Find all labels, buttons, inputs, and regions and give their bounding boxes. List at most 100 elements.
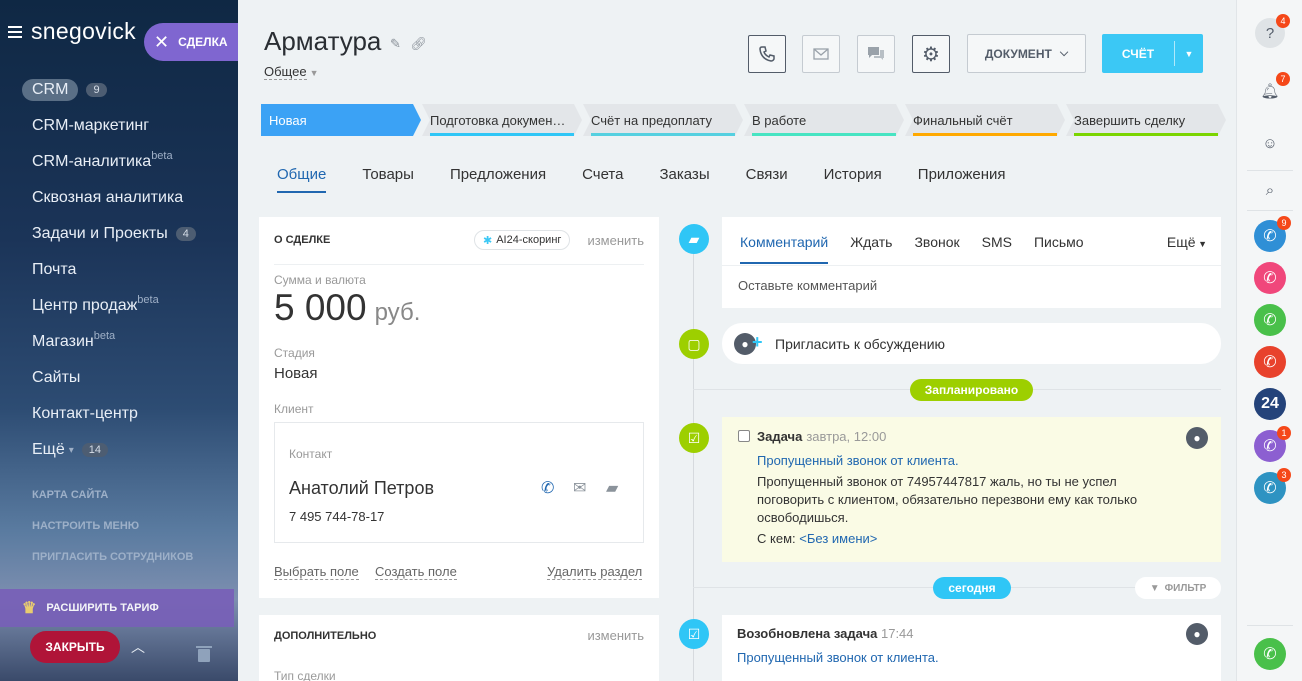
- filter-button[interactable]: ▼ ФИЛЬТР: [1135, 577, 1221, 599]
- help-icon[interactable]: ? 4: [1255, 14, 1290, 48]
- amount-label: Сумма и валюта: [274, 273, 366, 287]
- tab-call[interactable]: Звонок: [914, 234, 959, 264]
- phone-icon[interactable]: ✆: [541, 478, 554, 498]
- sidebar-item-more[interactable]: Ещё ▾ 14: [0, 432, 238, 468]
- change-link[interactable]: изменить: [587, 628, 644, 643]
- email-button[interactable]: [802, 35, 840, 73]
- tab-general[interactable]: Общие: [277, 166, 327, 193]
- tab-history[interactable]: История: [824, 166, 882, 193]
- menu-icon[interactable]: [8, 25, 22, 38]
- call-contact-7[interactable]: ✆ 3: [1254, 468, 1291, 504]
- sidebar-item-shop[interactable]: Магазин beta: [0, 324, 238, 360]
- select-field-link[interactable]: Выбрать поле: [274, 564, 359, 580]
- sidebar-item-crm-marketing[interactable]: CRM-маркетинг: [0, 108, 238, 144]
- contact-name[interactable]: Анатолий Петров: [289, 478, 434, 499]
- close-button[interactable]: ЗАКРЫТЬ: [30, 631, 120, 663]
- tab-products[interactable]: Товары: [362, 166, 414, 193]
- sidebar-item-crm[interactable]: CRM 9: [0, 72, 238, 108]
- tab-apps[interactable]: Приложения: [918, 166, 1006, 193]
- trash-icon[interactable]: [196, 645, 214, 665]
- tab-links[interactable]: Связи: [746, 166, 788, 193]
- sidebar-item-tasks[interactable]: Задачи и Проекты 4: [0, 216, 238, 252]
- tab-sms[interactable]: SMS: [982, 234, 1012, 264]
- tab-email[interactable]: Письмо: [1034, 234, 1084, 264]
- chat-icon[interactable]: ☺: [1255, 128, 1285, 158]
- stage-prepay-invoice[interactable]: Счёт на предоплату: [583, 104, 743, 136]
- call-contact-3[interactable]: ✆: [1254, 304, 1286, 336]
- call-contact-6[interactable]: ✆ 1: [1254, 426, 1291, 462]
- sidebar-item-sales-center[interactable]: Центр продаж beta: [0, 288, 238, 324]
- link-icon[interactable]: 🔗︎: [411, 36, 428, 51]
- category-select[interactable]: Общее ▼: [264, 64, 319, 80]
- page-title[interactable]: Арматура: [264, 26, 381, 57]
- stage-new[interactable]: Новая: [261, 104, 421, 136]
- tab-comment[interactable]: Комментарий: [740, 234, 829, 264]
- avatar[interactable]: ●: [1186, 427, 1208, 449]
- call-contact-2[interactable]: ✆: [1254, 262, 1286, 294]
- stage-bar: Новая Подготовка докумен… Счёт на предоп…: [261, 104, 1227, 136]
- extra-section: ДОПОЛНИТЕЛЬНО изменить Тип сделки: [259, 615, 659, 681]
- bell-icon[interactable]: 🔔︎ 7: [1255, 72, 1290, 106]
- envelope-icon[interactable]: ✉: [573, 478, 586, 498]
- sitemap-link[interactable]: КАРТА САЙТА: [32, 489, 108, 501]
- renewed-task: Возобновлена задача 17:44 Пропущенный зв…: [722, 615, 1221, 681]
- upgrade-tariff-button[interactable]: ♛ РАСШИРИТЬ ТАРИФ: [0, 589, 234, 627]
- invite-to-discussion[interactable]: ● + Пригласить к обсуждению: [722, 323, 1221, 364]
- phone-icon: [759, 46, 775, 62]
- deal-slider-tab[interactable]: ✕ СДЕЛКА: [144, 23, 238, 61]
- delete-section-link[interactable]: Удалить раздел: [547, 564, 643, 580]
- comment-icon: ▰: [679, 224, 709, 254]
- deal-tabs: Общие Товары Предложения Счета Заказы Св…: [277, 166, 1042, 193]
- call-button[interactable]: [748, 35, 786, 73]
- chat-icon[interactable]: ▰: [606, 478, 618, 498]
- task-link[interactable]: Пропущенный звонок от клиента.: [757, 453, 959, 468]
- call-contact-1[interactable]: ✆ 9: [1254, 216, 1291, 252]
- invoice-button[interactable]: СЧЁТ ▼: [1102, 34, 1203, 73]
- call-contact-4[interactable]: ✆: [1254, 346, 1286, 378]
- phone-dialer-button[interactable]: ✆: [1254, 638, 1286, 670]
- tab-orders[interactable]: Заказы: [659, 166, 709, 193]
- about-deal-section: О СДЕЛКЕ ✱ AI24-скоринг изменить Сумма и …: [259, 217, 659, 598]
- chat-icon: ▢: [679, 329, 709, 359]
- amount-value[interactable]: 5 000 руб.: [274, 287, 420, 329]
- contact-link[interactable]: <Без имени>: [799, 531, 877, 546]
- pencil-icon[interactable]: ✎: [390, 36, 401, 51]
- chevron-up-icon[interactable]: ︿: [128, 637, 148, 657]
- sidebar-item-mail[interactable]: Почта: [0, 252, 238, 288]
- avatar[interactable]: ●: [1186, 623, 1208, 645]
- chevron-down-icon: ▼: [309, 68, 319, 78]
- stage-value[interactable]: Новая: [274, 365, 317, 382]
- logo: snegovick: [31, 18, 136, 44]
- filter-icon: ▼: [1149, 582, 1160, 594]
- configure-menu-link[interactable]: НАСТРОИТЬ МЕНЮ: [32, 520, 139, 532]
- task-link[interactable]: Пропущенный звонок от клиента.: [737, 650, 939, 665]
- change-link[interactable]: изменить: [587, 233, 644, 248]
- tab-wait[interactable]: Ждать: [850, 234, 892, 264]
- tab-invoices[interactable]: Счета: [582, 166, 623, 193]
- stage-complete[interactable]: Завершить сделку: [1066, 104, 1226, 136]
- tab-quotes[interactable]: Предложения: [450, 166, 546, 193]
- stage-final-invoice[interactable]: Финальный счёт: [905, 104, 1065, 136]
- search-icon[interactable]: ⌕: [1255, 175, 1285, 205]
- create-field-link[interactable]: Создать поле: [375, 564, 457, 580]
- stage-in-work[interactable]: В работе: [744, 104, 904, 136]
- sidebar-item-e2e-analytics[interactable]: Сквозная аналитика: [0, 180, 238, 216]
- task-check-icon: ☑: [679, 423, 709, 453]
- stage-docs[interactable]: Подготовка докумен…: [422, 104, 582, 136]
- caret-down-icon: ▼: [1195, 239, 1207, 249]
- more-dropdown[interactable]: Ещё ▼: [1167, 234, 1207, 250]
- sidebar-item-sites[interactable]: Сайты: [0, 360, 238, 396]
- invite-users-link[interactable]: ПРИГЛАСИТЬ СОТРУДНИКОВ: [32, 551, 193, 563]
- task-checkbox[interactable]: [738, 430, 750, 442]
- chat-button[interactable]: [857, 35, 895, 73]
- sidebar-item-crm-analytics[interactable]: CRM-аналитика beta: [0, 144, 238, 180]
- caret-down-icon[interactable]: ▼: [1175, 49, 1203, 59]
- document-button[interactable]: ДОКУМЕНТ ⌵: [967, 34, 1086, 73]
- contact-card: Контакт Анатолий Петров 7 495 744-78-17 …: [274, 422, 644, 543]
- ai-scoring-button[interactable]: ✱ AI24-скоринг: [474, 230, 571, 250]
- bitrix24-icon[interactable]: 24: [1254, 388, 1286, 420]
- settings-button[interactable]: ⚙: [912, 35, 950, 73]
- sidebar-item-contact-center[interactable]: Контакт-центр: [0, 396, 238, 432]
- comment-input[interactable]: Оставьте комментарий: [738, 278, 877, 293]
- contact-phone[interactable]: 7 495 744-78-17: [289, 509, 384, 524]
